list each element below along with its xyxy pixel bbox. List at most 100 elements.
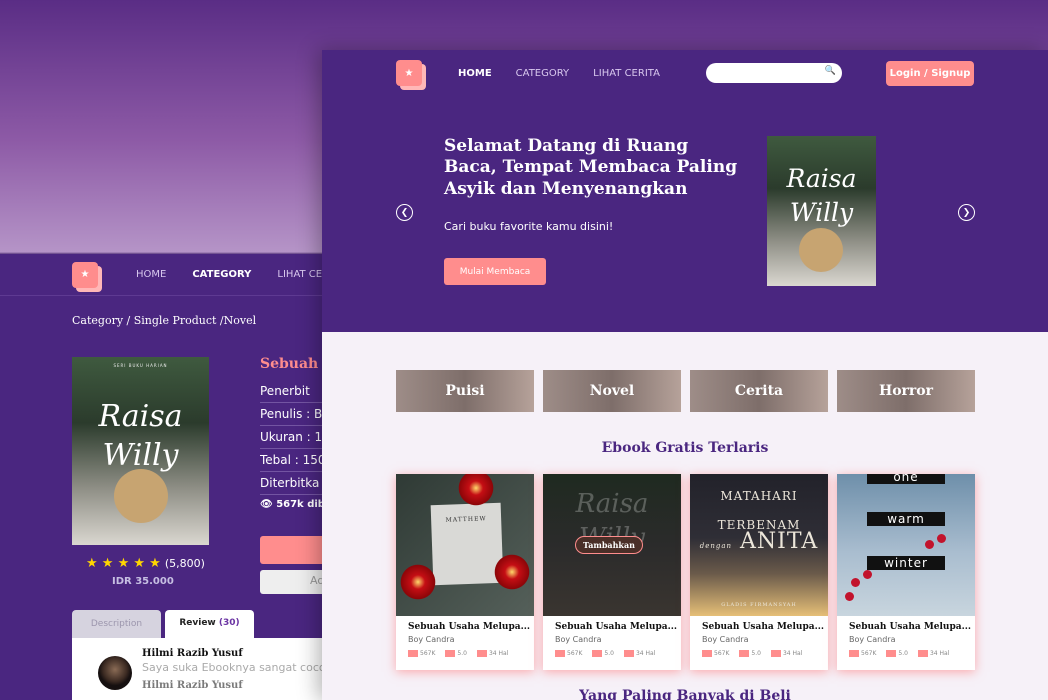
category-list: Puisi Novel Cerita Horror xyxy=(396,370,975,412)
book-cover-image: MATTHEW xyxy=(396,474,534,616)
category-novel[interactable]: Novel xyxy=(543,370,681,412)
list-icon xyxy=(770,650,781,657)
carousel-next-arrow-icon[interactable]: ❯ xyxy=(958,204,975,221)
cover-title: Raisa Willy xyxy=(98,399,183,473)
pages-stat: 34 Hal xyxy=(770,650,802,657)
book-title[interactable]: Sebuah Usaha Melupa... xyxy=(396,616,534,632)
views-stat: 567K xyxy=(702,650,729,657)
book-cover-text: MATTHEW xyxy=(445,515,487,524)
hero-cover-title: Raisa Willy xyxy=(786,164,857,227)
pen-icon xyxy=(886,650,897,657)
book-title[interactable]: Sebuah Usaha Melupa... xyxy=(837,616,975,632)
hero-cover-image: Raisa Willy xyxy=(767,136,876,286)
book-cover-word: warm xyxy=(867,512,945,526)
book-author: Boy Candra xyxy=(555,635,602,644)
cover-small-label: SERI BUKU HARIAN xyxy=(113,363,168,368)
tab-description[interactable]: Description xyxy=(72,610,161,638)
book-author: Boy Candra xyxy=(849,635,896,644)
book-grid: MATTHEW Sebuah Usaha Melupa... Boy Candr… xyxy=(396,474,975,670)
rating-count: (5,800) xyxy=(164,557,205,570)
avatar xyxy=(98,656,132,690)
book-cover-image: one warm winter xyxy=(837,474,975,616)
category-horror[interactable]: Horror xyxy=(837,370,975,412)
cover-hat-graphic xyxy=(114,469,168,523)
book-cover-line: MATAHARI xyxy=(720,489,798,503)
rating-stat: 5.0 xyxy=(886,650,908,657)
book-stats: 567K 5.0 34 Hal xyxy=(543,644,681,657)
book-title[interactable]: Sebuah Usaha Melupa... xyxy=(543,616,681,632)
tab-review[interactable]: Review (30) xyxy=(165,610,254,638)
book-card[interactable]: MATTHEW Sebuah Usaha Melupa... Boy Candr… xyxy=(396,474,534,670)
product-cover-image: SERI BUKU HARIAN Raisa Willy xyxy=(72,357,209,545)
views-stat: 567K xyxy=(408,650,435,657)
section-title-most-bought: Yang Paling Banyak di Beli xyxy=(579,688,791,700)
rating-stat: 5.0 xyxy=(592,650,614,657)
nav-home-link[interactable]: HOME xyxy=(136,269,166,280)
grid-icon xyxy=(849,650,859,657)
book-cover-line: dengan ANITA xyxy=(699,529,819,555)
grid-icon xyxy=(408,650,418,657)
hero-title: Selamat Datang di Ruang Baca, Tempat Mem… xyxy=(444,136,738,199)
pen-icon xyxy=(592,650,603,657)
book-cover-image: MATAHARI TERBENAM dengan ANITA GLADIS FI… xyxy=(690,474,828,616)
carousel-prev-arrow-icon[interactable]: ❮ xyxy=(396,204,413,221)
book-author: Boy Candra xyxy=(408,635,455,644)
tab-review-label: Review xyxy=(179,618,216,628)
book-cover-author: GLADIS FIRMANSYAH xyxy=(721,602,797,608)
pen-icon xyxy=(739,650,750,657)
rating-stat: 5.0 xyxy=(445,650,467,657)
hero-subtitle: Cari buku favorite kamu disini! xyxy=(444,220,614,233)
book-card[interactable]: one warm winter Sebuah Usaha Melupa... B… xyxy=(837,474,975,670)
review-text: Saya suka Ebooknya sangat cocok xyxy=(142,661,332,674)
book-card[interactable]: Raisa Willy Tambahkan Sebuah Usaha Melup… xyxy=(543,474,681,670)
reviewer-name: Hilmi Razib Yusuf xyxy=(142,648,243,659)
home-page-window: ★ HOME CATEGORY LIHAT CERITA 🔍 Login / S… xyxy=(322,50,1048,700)
nav-category-link[interactable]: CATEGORY xyxy=(192,269,251,280)
book-title[interactable]: Sebuah Usaha Melupa... xyxy=(690,616,828,632)
flower-graphic xyxy=(492,552,532,592)
nav-category-link[interactable]: CATEGORY xyxy=(516,68,570,79)
front-navbar: ★ HOME CATEGORY LIHAT CERITA 🔍 Login / S… xyxy=(396,58,974,88)
flower-graphic xyxy=(398,562,438,602)
book-stats: 567K 5.0 34 Hal xyxy=(396,644,534,657)
book-stats: 567K 5.0 34 Hal xyxy=(837,644,975,657)
eye-icon: 👁 xyxy=(260,499,277,510)
search-input[interactable]: 🔍 xyxy=(705,63,842,83)
book-cover-word: one xyxy=(867,474,945,484)
category-puisi[interactable]: Puisi xyxy=(396,370,534,412)
reviewer-name-next: Hilmi Razib Yusuf xyxy=(142,680,243,691)
grid-icon xyxy=(702,650,712,657)
pen-icon xyxy=(445,650,456,657)
product-price: IDR 35.000 xyxy=(112,576,174,587)
start-reading-button[interactable]: Mulai Membaca xyxy=(444,258,546,285)
views-text: 567k dib xyxy=(276,499,325,510)
search-icon[interactable]: 🔍 xyxy=(825,66,836,76)
book-author: Boy Candra xyxy=(702,635,749,644)
views-stat: 567K xyxy=(555,650,582,657)
list-icon xyxy=(623,650,634,657)
pages-stat: 34 Hal xyxy=(917,650,949,657)
add-to-cart-badge[interactable]: Tambahkan xyxy=(575,536,643,554)
logo-icon[interactable]: ★ xyxy=(72,261,98,288)
pages-stat: 34 Hal xyxy=(476,650,508,657)
rating-stars: ★ ★ ★ ★ ★ (5,800) xyxy=(86,556,205,571)
nav-lihat-cerita-link[interactable]: LIHAT CERITA xyxy=(593,68,660,79)
login-signup-button[interactable]: Login / Signup xyxy=(886,60,974,86)
grid-icon xyxy=(555,650,565,657)
category-cerita[interactable]: Cerita xyxy=(690,370,828,412)
book-card[interactable]: MATAHARI TERBENAM dengan ANITA GLADIS FI… xyxy=(690,474,828,670)
hero-section: ★ HOME CATEGORY LIHAT CERITA 🔍 Login / S… xyxy=(322,50,1048,332)
list-icon xyxy=(917,650,928,657)
product-tabs: Description Review (30) xyxy=(72,610,254,638)
views-stat: 567K xyxy=(849,650,876,657)
book-stats: 567K 5.0 34 Hal xyxy=(690,644,828,657)
logo-icon[interactable]: ★ xyxy=(396,60,422,86)
section-title-free: Ebook Gratis Terlaris xyxy=(601,440,769,456)
hero-cover-hat-graphic xyxy=(799,228,843,272)
book-cover-image: Raisa Willy Tambahkan xyxy=(543,474,681,616)
list-icon xyxy=(476,650,487,657)
rating-stat: 5.0 xyxy=(739,650,761,657)
book-cover-word: winter xyxy=(867,556,945,570)
tab-review-count: (30) xyxy=(218,618,240,628)
nav-home-link[interactable]: HOME xyxy=(458,68,492,79)
